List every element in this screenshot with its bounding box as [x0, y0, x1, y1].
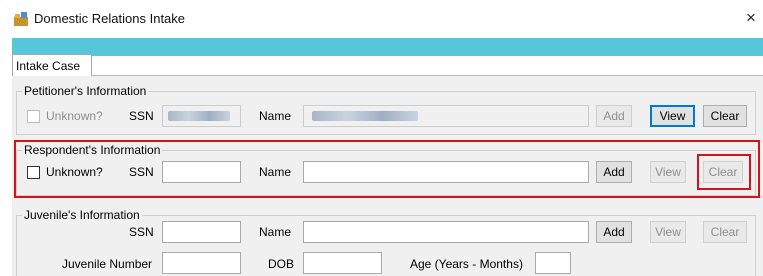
clear-button-highlight-box: [697, 154, 751, 190]
juvenile-ssn-field[interactable]: [162, 221, 241, 243]
app-icon: [14, 12, 28, 26]
tab-label: Intake Case: [16, 59, 81, 73]
petitioner-legend: Petitioner's Information: [22, 84, 149, 98]
petitioner-view-button[interactable]: View: [650, 105, 695, 127]
juvenile-age-field[interactable]: [535, 252, 571, 274]
petitioner-add-button[interactable]: Add: [596, 105, 632, 127]
petitioner-unknown-label: Unknown?: [46, 109, 103, 123]
juvenile-ssn-label: SSN: [129, 225, 154, 239]
redacted-text: [312, 111, 418, 121]
title-bar: Domestic Relations Intake ×: [0, 0, 763, 38]
window-title: Domestic Relations Intake: [34, 11, 186, 26]
petitioner-ssn-label: SSN: [129, 109, 154, 123]
respondent-highlight-box: [14, 140, 760, 198]
juvenile-view-button[interactable]: View: [650, 221, 686, 243]
juvenile-dob-label: DOB: [268, 257, 295, 271]
juvenile-name-label: Name: [259, 225, 292, 239]
juvenile-age-label: Age (Years - Months): [410, 257, 523, 271]
juvenile-clear-button[interactable]: Clear: [703, 221, 747, 243]
juvenile-dob-field[interactable]: [303, 252, 382, 274]
petitioner-unknown-checkbox[interactable]: [27, 110, 40, 123]
header-banner: [12, 38, 763, 56]
petitioner-name-field[interactable]: [303, 105, 589, 127]
juvenile-name-field[interactable]: [303, 221, 589, 243]
tab-intake-case[interactable]: Intake Case: [12, 54, 92, 76]
juvenile-legend: Juvenile's Information: [22, 208, 142, 222]
juvenile-number-label: Juvenile Number: [62, 257, 153, 271]
petitioner-name-label: Name: [259, 109, 292, 123]
redacted-text: [168, 111, 230, 121]
juvenile-number-field[interactable]: [162, 252, 241, 274]
juvenile-add-button[interactable]: Add: [596, 221, 632, 243]
close-icon[interactable]: ×: [746, 8, 756, 28]
petitioner-ssn-field[interactable]: [162, 105, 241, 127]
petitioner-clear-button[interactable]: Clear: [703, 105, 747, 127]
